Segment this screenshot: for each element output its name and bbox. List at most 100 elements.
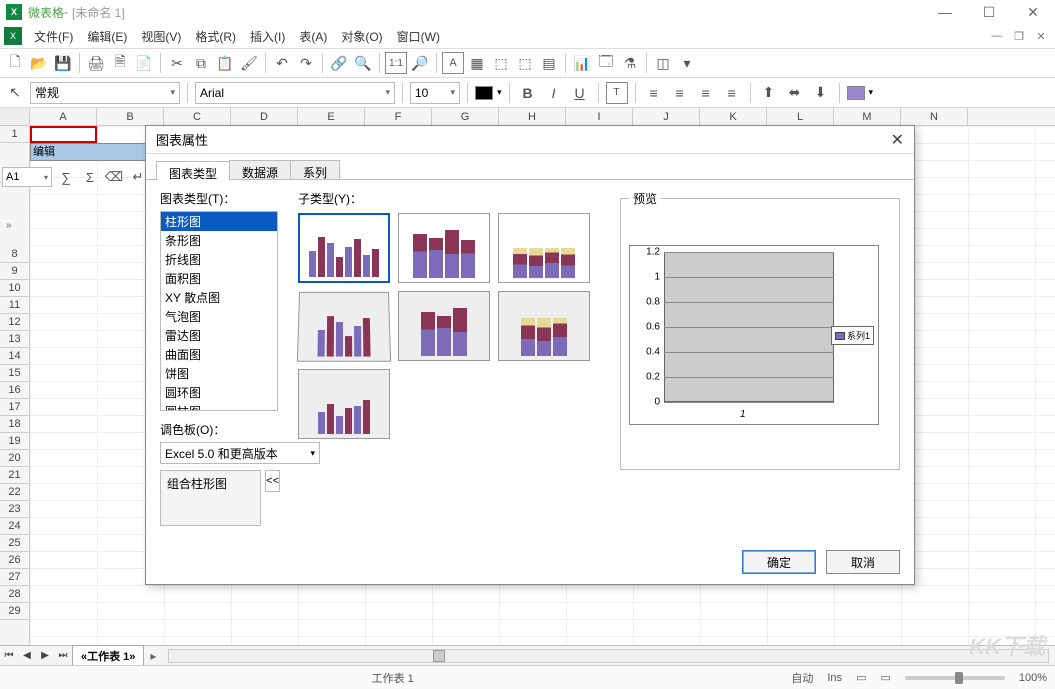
align-center-icon[interactable]: ≡ bbox=[669, 82, 691, 104]
chart-icon[interactable]: 📊 bbox=[571, 52, 593, 74]
tab-series[interactable]: 系列 bbox=[290, 160, 340, 179]
row-header[interactable]: 1 bbox=[0, 126, 29, 143]
select-all-corner[interactable] bbox=[0, 108, 30, 125]
menu-view[interactable]: 视图(V) bbox=[135, 26, 187, 47]
link-icon[interactable]: 🔗 bbox=[328, 52, 350, 74]
bold-icon[interactable]: B bbox=[517, 82, 539, 104]
subtype-thumb-1[interactable] bbox=[298, 213, 390, 283]
menu-insert[interactable]: 插入(I) bbox=[244, 26, 291, 47]
palette-combo[interactable]: Excel 5.0 和更高版本▾ bbox=[160, 442, 320, 464]
copy-icon[interactable]: ⧉ bbox=[190, 52, 212, 74]
subtype-thumb-4[interactable] bbox=[297, 292, 391, 362]
row-header[interactable]: 24 bbox=[0, 518, 29, 535]
menu-object[interactable]: 对象(O) bbox=[335, 26, 388, 47]
col-header[interactable]: B bbox=[97, 108, 164, 125]
cancel-button[interactable]: 取消 bbox=[826, 550, 900, 574]
row-header[interactable]: 19 bbox=[0, 433, 29, 450]
font-frame-icon[interactable]: A bbox=[442, 52, 464, 74]
subtype-thumb-7[interactable] bbox=[298, 369, 390, 439]
col-header[interactable]: L bbox=[767, 108, 834, 125]
chart-type-item[interactable]: 条形图 bbox=[161, 231, 277, 250]
chart-type-item[interactable]: 折线图 bbox=[161, 250, 277, 269]
col-header[interactable]: G bbox=[432, 108, 499, 125]
menu-file[interactable]: 文件(F) bbox=[28, 26, 79, 47]
redo-icon[interactable]: ↷ bbox=[295, 52, 317, 74]
row-header[interactable]: 15 bbox=[0, 365, 29, 382]
align-right-icon[interactable]: ≡ bbox=[695, 82, 717, 104]
col-header[interactable]: E bbox=[298, 108, 365, 125]
sheet-last-icon[interactable]: ⏭ bbox=[54, 647, 72, 665]
page-setup-icon[interactable]: 📄 bbox=[133, 52, 155, 74]
sheet-next-icon[interactable]: ▶ bbox=[36, 647, 54, 665]
chart-type-list[interactable]: 柱形图条形图折线图面积图XY 散点图气泡图雷达图曲面图饼图圆环图圆柱图圆锥图棱锥… bbox=[160, 211, 278, 411]
col-header[interactable]: A bbox=[30, 108, 97, 125]
collapse-button[interactable]: << bbox=[265, 470, 280, 492]
app-menu-icon[interactable]: X bbox=[4, 27, 22, 45]
paste-icon[interactable]: 📋 bbox=[214, 52, 236, 74]
col-header[interactable]: K bbox=[700, 108, 767, 125]
row-header[interactable]: 28 bbox=[0, 586, 29, 603]
valign-mid-icon[interactable]: ⬌ bbox=[784, 82, 806, 104]
col-header[interactable]: I bbox=[566, 108, 633, 125]
subtype-thumb-2[interactable] bbox=[398, 213, 490, 283]
cut-icon[interactable]: ✂ bbox=[166, 52, 188, 74]
row-header[interactable]: 10 bbox=[0, 280, 29, 297]
chart-type-item[interactable]: 圆柱图 bbox=[161, 402, 277, 411]
row-header[interactable]: 22 bbox=[0, 484, 29, 501]
zoom-icon[interactable]: 🔎 bbox=[409, 52, 431, 74]
menu-table[interactable]: 表(A) bbox=[293, 26, 333, 47]
minimize-button[interactable]: ― bbox=[923, 0, 967, 24]
sheet-tab[interactable]: «工作表 1» bbox=[72, 645, 144, 667]
chart-type-item[interactable]: 面积图 bbox=[161, 269, 277, 288]
save-icon[interactable]: 💾 bbox=[52, 52, 74, 74]
select2-icon[interactable]: ⬚ bbox=[514, 52, 536, 74]
subtype-thumb-5[interactable] bbox=[398, 291, 490, 361]
chart-type-item[interactable]: 柱形图 bbox=[161, 212, 277, 231]
fx-sum-icon[interactable]: Σ bbox=[80, 167, 100, 187]
chart-type-item[interactable]: 圆环图 bbox=[161, 383, 277, 402]
print-preview-icon[interactable]: 🗎 bbox=[109, 52, 131, 74]
undo-icon[interactable]: ↶ bbox=[271, 52, 293, 74]
valign-top-icon[interactable]: ⬆ bbox=[758, 82, 780, 104]
row-header[interactable]: 26 bbox=[0, 552, 29, 569]
fx-clear-icon[interactable]: ⌫ bbox=[104, 167, 124, 187]
sheet-first-icon[interactable]: ⏮ bbox=[0, 647, 18, 665]
col-header[interactable]: D bbox=[231, 108, 298, 125]
dialog-close-icon[interactable]: ✕ bbox=[891, 130, 904, 150]
zoom-slider[interactable] bbox=[905, 676, 1005, 680]
new-icon[interactable]: 🗋 bbox=[4, 52, 26, 74]
subtype-thumb-3[interactable] bbox=[498, 213, 590, 283]
chart-type-item[interactable]: 气泡图 bbox=[161, 307, 277, 326]
underline-icon[interactable]: U bbox=[569, 82, 591, 104]
row-header[interactable]: 13 bbox=[0, 331, 29, 348]
align-left-icon[interactable]: ≡ bbox=[643, 82, 665, 104]
name-box[interactable]: A1▾ bbox=[2, 167, 52, 187]
valign-bot-icon[interactable]: ⬇ bbox=[810, 82, 832, 104]
chart-type-item[interactable]: 曲面图 bbox=[161, 345, 277, 364]
horizontal-scrollbar[interactable] bbox=[168, 649, 1049, 663]
format-painter-icon[interactable]: 🖌 bbox=[238, 52, 260, 74]
col-header[interactable]: M bbox=[834, 108, 901, 125]
row-header[interactable]: 14 bbox=[0, 348, 29, 365]
tab-data-source[interactable]: 数据源 bbox=[229, 160, 291, 179]
fx-sigma-icon[interactable]: ∑ bbox=[56, 167, 76, 187]
chart-type-item[interactable]: 雷达图 bbox=[161, 326, 277, 345]
textbox-icon[interactable]: 1:1 bbox=[385, 52, 407, 74]
pointer-icon[interactable]: ↖ bbox=[4, 82, 26, 104]
row-header[interactable]: 20 bbox=[0, 450, 29, 467]
open-icon[interactable]: 📂 bbox=[28, 52, 50, 74]
sheet-prev-icon[interactable]: ◀ bbox=[18, 647, 36, 665]
fill-color-swatch[interactable] bbox=[847, 86, 865, 100]
row-header[interactable]: 27 bbox=[0, 569, 29, 586]
chart-type-item[interactable]: XY 散点图 bbox=[161, 288, 277, 307]
mdi-minimize-button[interactable]: ― bbox=[989, 28, 1005, 44]
add-sheet-icon[interactable]: ▸ bbox=[144, 649, 162, 663]
filter-icon[interactable]: ⚗ bbox=[619, 52, 641, 74]
3d-icon[interactable]: ◫ bbox=[652, 52, 674, 74]
menu-edit[interactable]: 编辑(E) bbox=[81, 26, 133, 47]
subtype-thumb-6[interactable] bbox=[498, 291, 590, 361]
row-header[interactable]: 29 bbox=[0, 603, 29, 620]
ok-button[interactable]: 确定 bbox=[742, 550, 816, 574]
font-combo[interactable]: Arial▾ bbox=[195, 82, 395, 104]
col-header[interactable]: H bbox=[499, 108, 566, 125]
